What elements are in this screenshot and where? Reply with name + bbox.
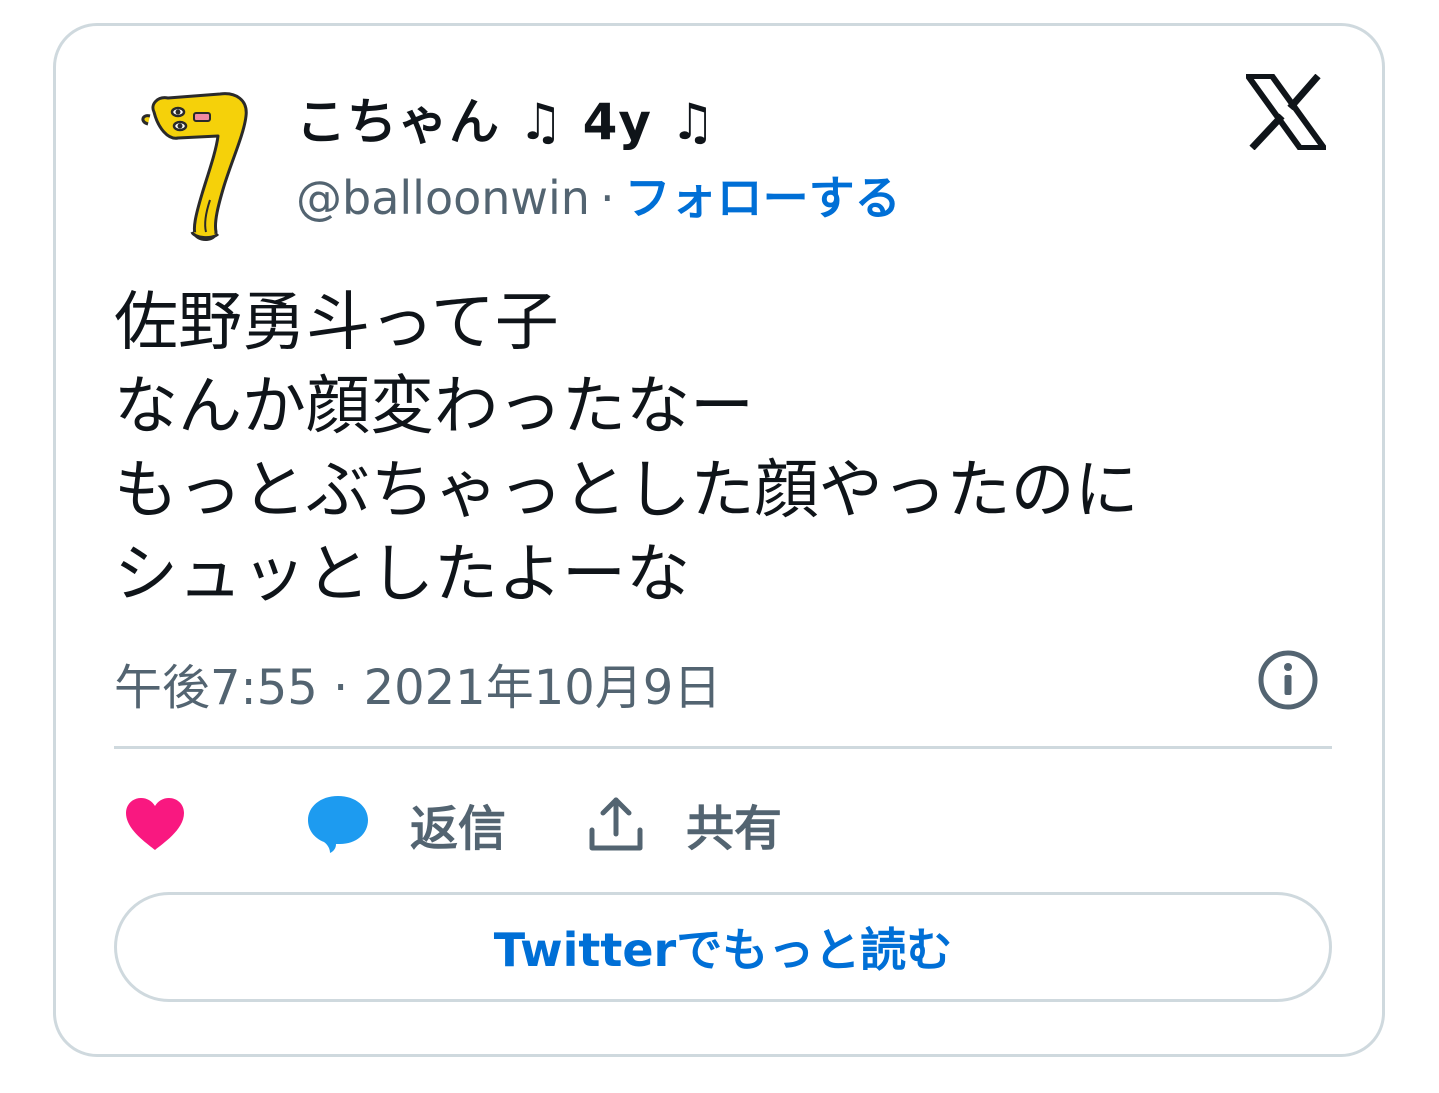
info-icon[interactable] bbox=[1256, 648, 1320, 712]
tweet-line: 佐野勇斗って子 bbox=[114, 286, 559, 360]
avatar[interactable] bbox=[132, 82, 272, 242]
reply-button[interactable]: 返信 bbox=[306, 784, 506, 864]
share-button[interactable]: 共有 bbox=[586, 784, 782, 864]
author-display-name[interactable]: こちゃん ♫ 4y ♫ bbox=[296, 82, 716, 154]
share-label: 共有 bbox=[686, 801, 783, 857]
heart-icon bbox=[126, 798, 184, 850]
tweet-text: 佐野勇斗って子 なんか顔変わったなー もっとぶちゃっとした顔やったのに シュッと… bbox=[114, 281, 1314, 617]
author-handle[interactable]: @balloonwin bbox=[296, 171, 590, 225]
reply-label: 返信 bbox=[410, 801, 507, 857]
avatar-image bbox=[141, 92, 248, 241]
divider bbox=[114, 746, 1332, 749]
follow-link[interactable]: フォローする bbox=[625, 171, 901, 225]
author-handle-row: @balloonwin · フォローする bbox=[296, 162, 901, 228]
tweet-card: こちゃん ♫ 4y ♫ @balloonwin · フォローする 佐野勇斗って子 な… bbox=[53, 23, 1385, 1057]
x-logo-icon[interactable] bbox=[1242, 73, 1330, 151]
action-bar: 返信 共有 bbox=[114, 784, 1332, 864]
like-button[interactable] bbox=[124, 784, 186, 864]
share-upload-icon bbox=[589, 797, 643, 851]
tweet-timestamp[interactable]: 午後7:55 · 2021年10月9日 bbox=[114, 648, 721, 718]
speech-bubble-icon bbox=[308, 796, 368, 853]
tweet-line: シュッとしたよーな bbox=[114, 538, 690, 612]
tweet-line: なんか顔変わったなー bbox=[114, 370, 754, 444]
read-more-button[interactable]: Twitterでもっと読む bbox=[114, 892, 1332, 1002]
tweet-line: もっとぶちゃっとした顔やったのに bbox=[114, 454, 1139, 528]
handle-separator: · bbox=[599, 171, 615, 225]
